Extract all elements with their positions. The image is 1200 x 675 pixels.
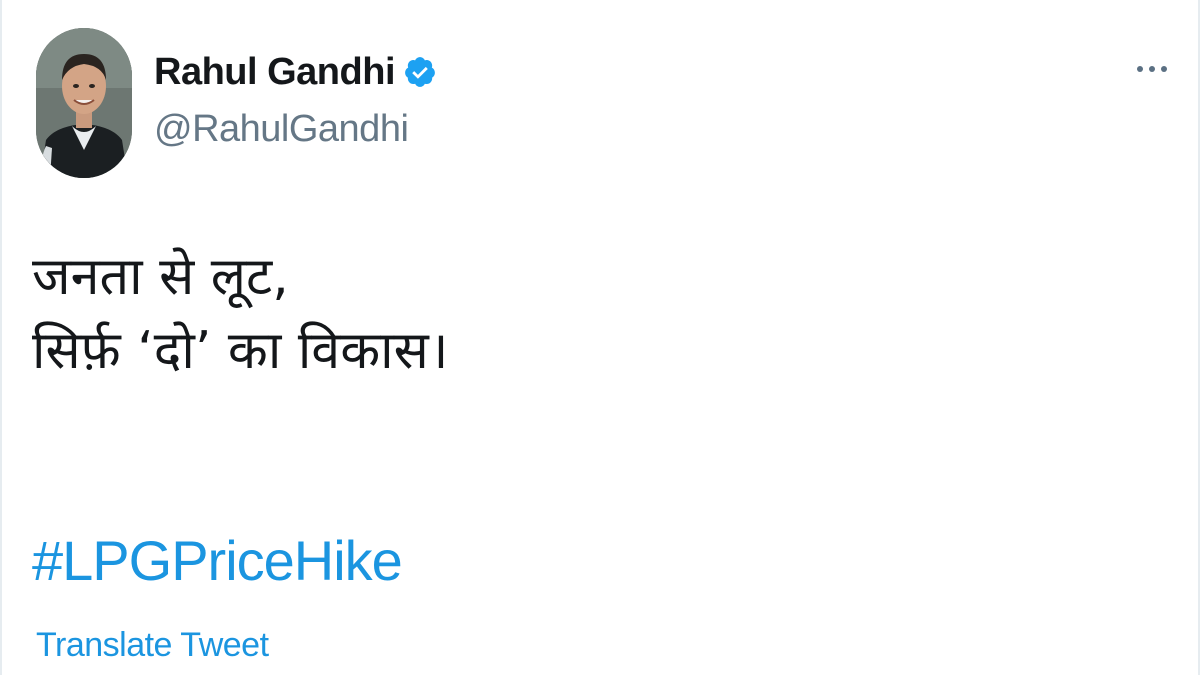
author-name[interactable]: Rahul Gandhi [154, 51, 396, 94]
more-horizontal-icon [1149, 66, 1155, 72]
hashtag-link[interactable]: #LPGPriceHike [32, 528, 403, 593]
verified-badge-icon [403, 55, 437, 89]
more-options-button[interactable] [1128, 54, 1176, 84]
tweet-text-line: जनता से लूट, [32, 247, 289, 307]
more-horizontal-icon [1137, 66, 1143, 72]
author-name-row[interactable]: Rahul Gandhi [154, 48, 437, 96]
tweet-text-line: सिर्फ़ ‘दो’ का विकास। [32, 321, 449, 381]
author-handle[interactable]: @RahulGandhi [154, 108, 409, 151]
avatar[interactable] [36, 28, 132, 178]
more-horizontal-icon [1161, 66, 1167, 72]
translate-tweet-link[interactable]: Translate Tweet [36, 626, 269, 665]
tweet-card: Rahul Gandhi @RahulGandhi जनता से लूट, स… [0, 0, 1200, 675]
profile-photo-icon [36, 28, 132, 178]
tweet-text: जनता से लूट, सिर्फ़ ‘दो’ का विकास। [32, 240, 1132, 388]
